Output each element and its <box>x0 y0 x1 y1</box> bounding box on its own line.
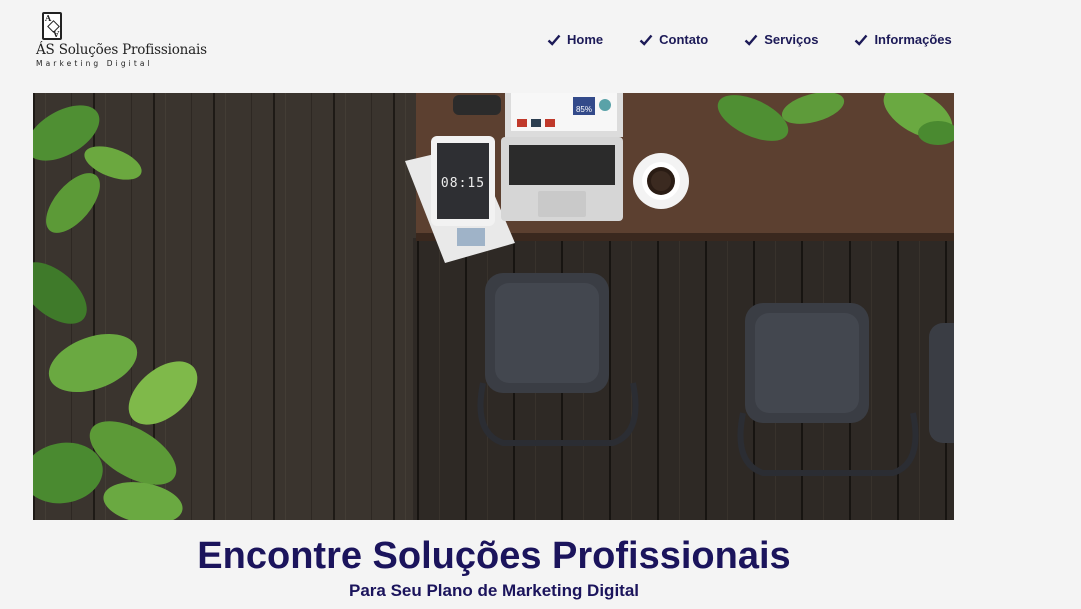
nav-item-label: Home <box>567 32 604 47</box>
hero-illustration: 08:15 85% <box>33 93 954 520</box>
main-nav: Home Contato Serviços Informações <box>547 32 988 47</box>
brand-tagline: Marketing Digital <box>36 59 153 68</box>
check-icon <box>744 34 758 46</box>
nav-item-servicos[interactable]: Serviços <box>744 32 818 47</box>
check-icon <box>855 34 868 46</box>
check-icon <box>547 34 561 46</box>
site-header: A A ÁS Soluções Profissionais Marketing … <box>0 0 1081 90</box>
laptop-badge: 85% <box>576 105 592 114</box>
ace-of-diamonds-card-icon: A A <box>42 12 62 40</box>
check-icon <box>639 34 653 46</box>
nav-item-label: Serviços <box>764 32 819 47</box>
hero-image: 08:15 85% <box>33 93 954 520</box>
nav-item-label: Contato <box>659 32 709 47</box>
hero-subheadline: Para Seu Plano de Marketing Digital <box>348 581 640 600</box>
brand-title: ÁS Soluções Profissionais <box>36 42 207 58</box>
tablet-clock: 08:15 <box>441 176 485 191</box>
nav-item-informacoes[interactable]: Informações <box>854 32 952 47</box>
hero-headline: Encontre Soluções Profissionais <box>197 535 791 577</box>
nav-item-label: Informações <box>874 32 952 47</box>
brand-logo[interactable]: A A ÁS Soluções Profissionais Marketing … <box>36 12 207 70</box>
nav-item-contato[interactable]: Contato <box>639 32 708 47</box>
nav-item-home[interactable]: Home <box>547 32 603 47</box>
